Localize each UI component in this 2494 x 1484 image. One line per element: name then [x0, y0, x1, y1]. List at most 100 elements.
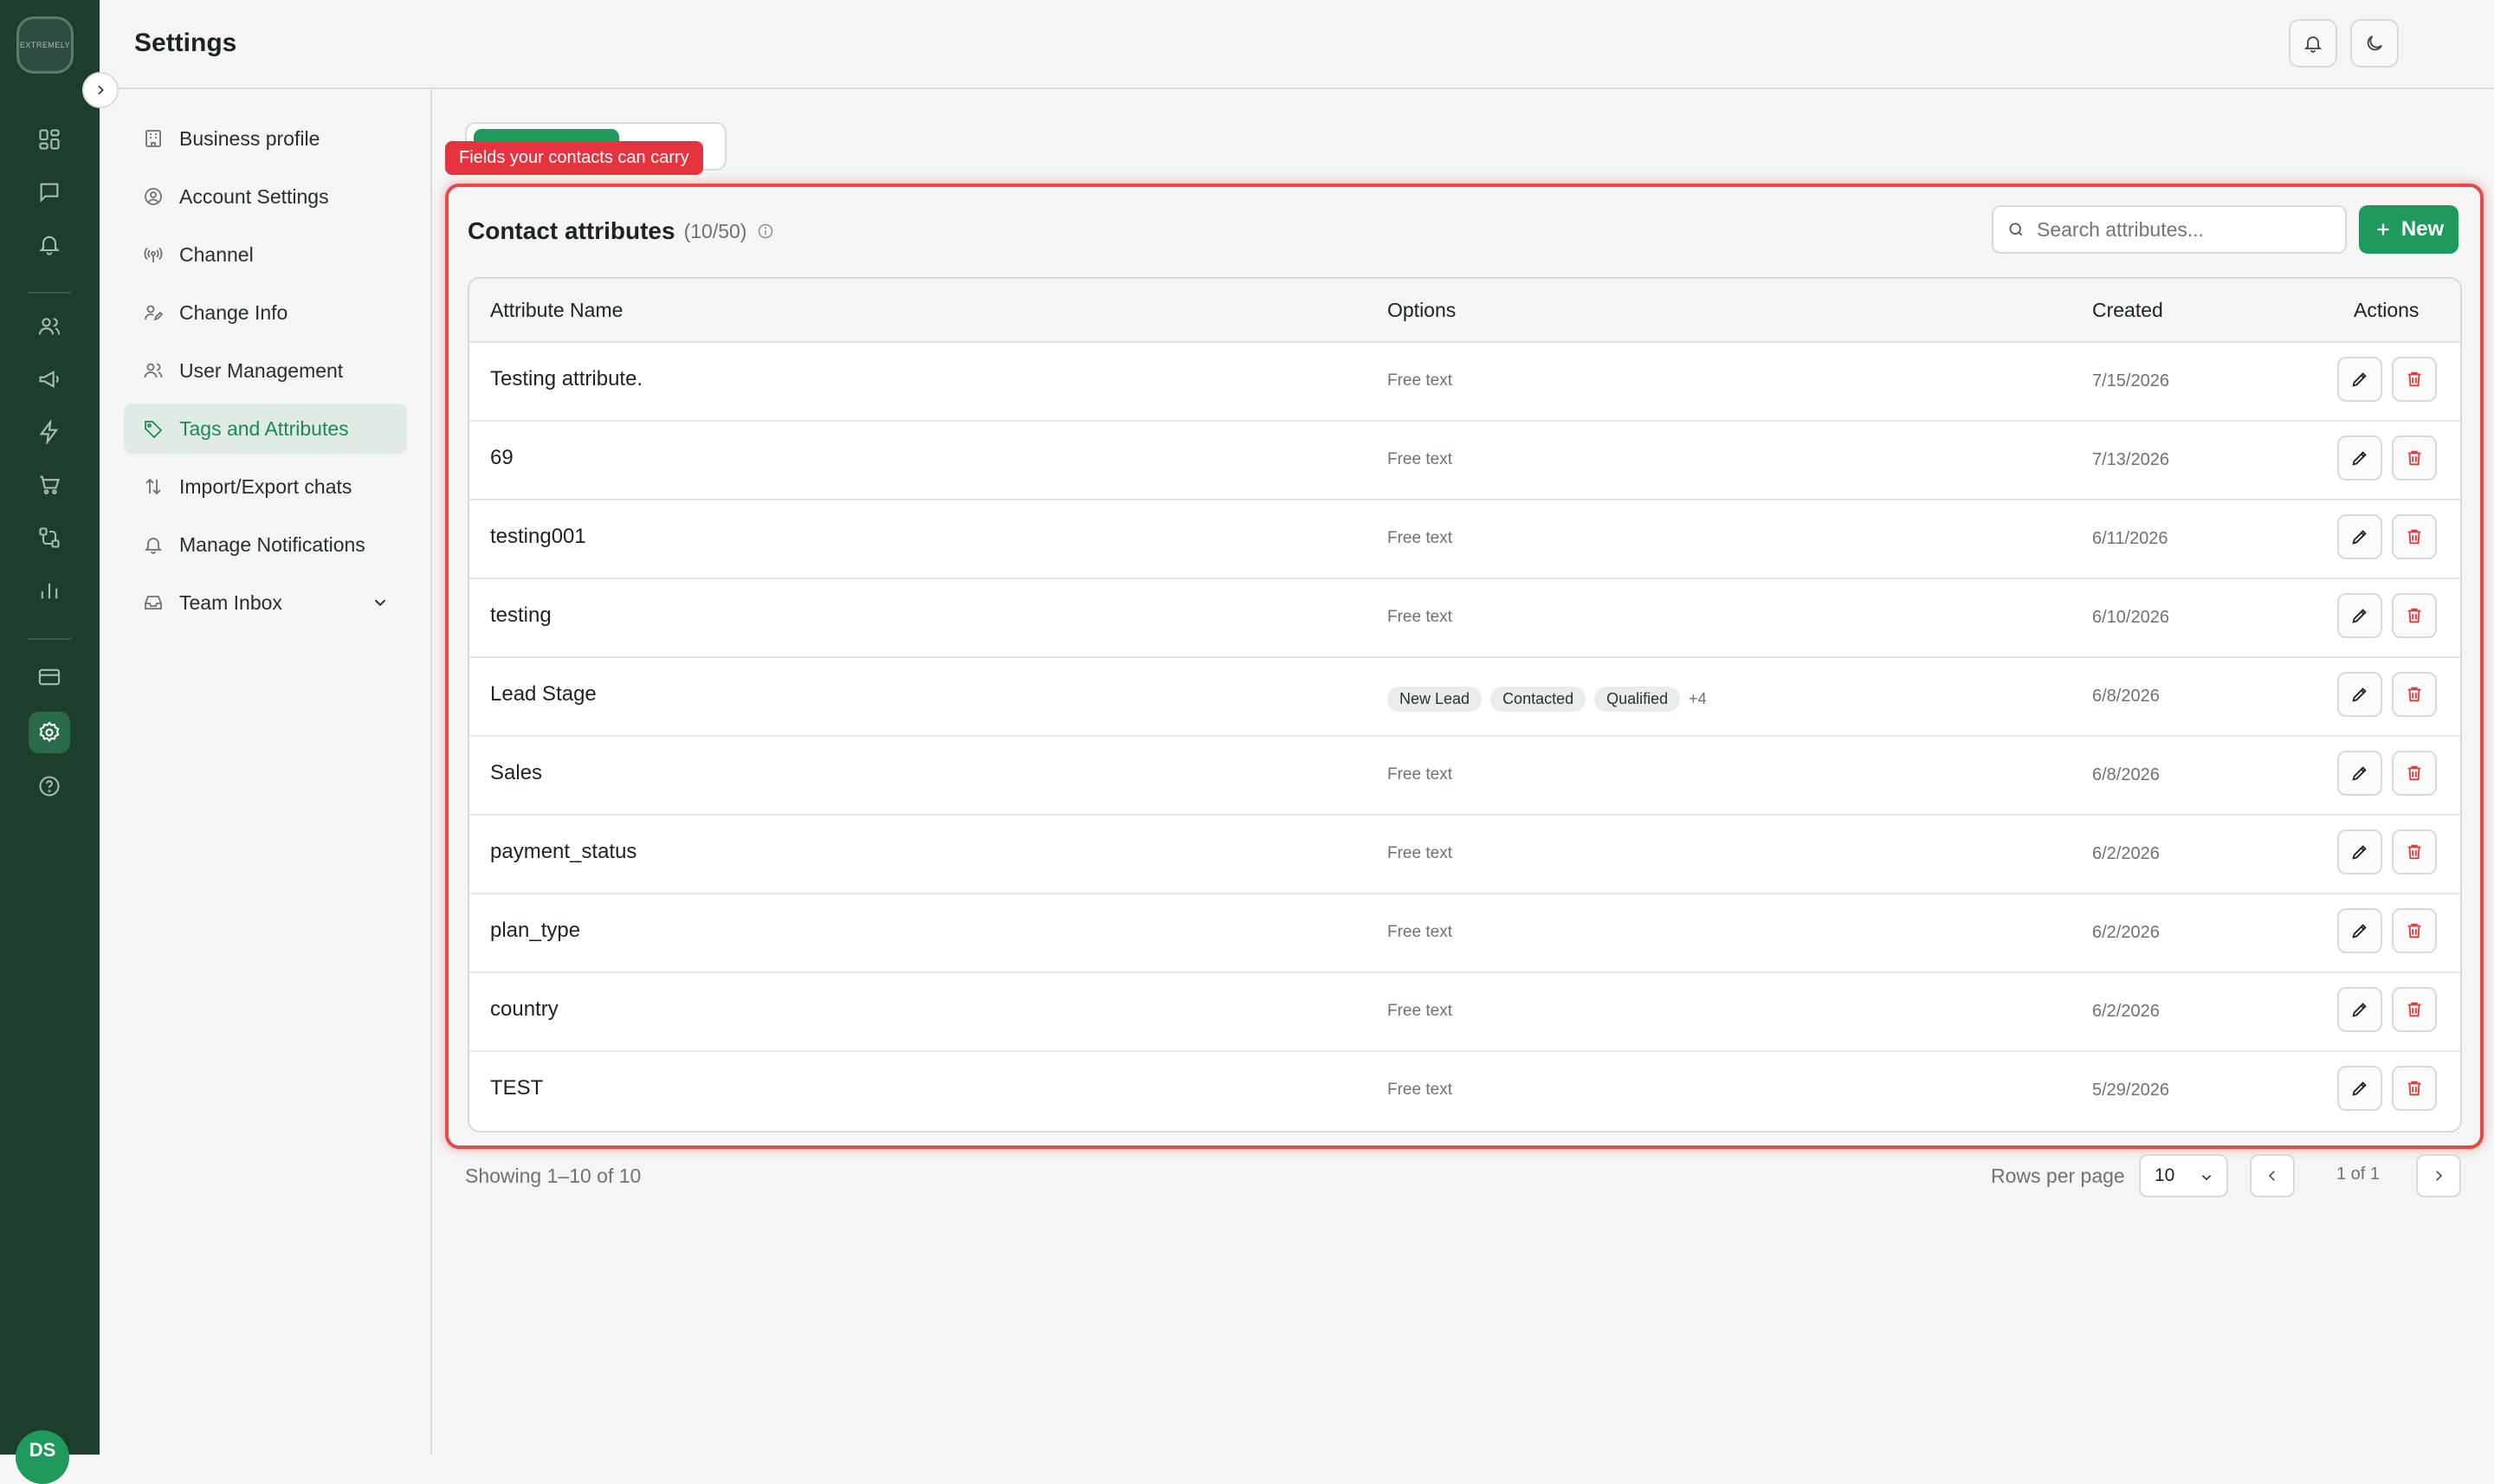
edit-button[interactable]: [2337, 436, 2382, 481]
delete-button[interactable]: [2392, 987, 2437, 1032]
pencil-icon: [2350, 921, 2369, 940]
contacts-icon[interactable]: [29, 306, 70, 347]
nav-business-profile[interactable]: Business profile: [124, 113, 407, 164]
created-date: 6/2/2026: [2092, 923, 2160, 942]
edit-button[interactable]: [2337, 987, 2382, 1032]
trash-icon: [2405, 606, 2424, 625]
chevron-right-icon: [98, 85, 104, 95]
notifications-button[interactable]: [2289, 19, 2337, 68]
pencil-icon: [2350, 764, 2369, 783]
card-title-group: Contact attributes (10/50): [468, 217, 774, 245]
expand-rail-button[interactable]: [82, 72, 119, 108]
trash-icon: [2405, 1079, 2424, 1098]
delete-button[interactable]: [2392, 1066, 2437, 1111]
rail-user-avatar[interactable]: DS: [16, 1430, 69, 1484]
table-row: 69 Free text 7/13/2026: [469, 420, 2460, 500]
attribute-name: payment_status: [490, 840, 637, 863]
edit-button[interactable]: [2337, 357, 2382, 402]
pencil-icon: [2350, 527, 2369, 546]
edit-button[interactable]: [2337, 593, 2382, 638]
avatar-initials: DS: [29, 1439, 56, 1461]
billing-card-icon[interactable]: [29, 656, 70, 698]
options-cell: Free text: [1387, 1002, 1452, 1020]
chevron-left-icon: [2268, 1171, 2275, 1181]
table-row: plan_type Free text 6/2/2026: [469, 893, 2460, 973]
nav-label: Account Settings: [179, 184, 329, 208]
options-cell: Free text: [1387, 1081, 1452, 1099]
theme-toggle-button[interactable]: [2350, 19, 2399, 68]
inbox-icon: [141, 590, 165, 615]
chat-icon[interactable]: [29, 171, 70, 213]
search-input[interactable]: [2035, 216, 2333, 242]
delete-button[interactable]: [2392, 436, 2437, 481]
chevron-down-icon[interactable]: [371, 593, 390, 612]
delete-button[interactable]: [2392, 829, 2437, 874]
table-row: country Free text 6/2/2026: [469, 971, 2460, 1052]
attribute-name: country: [490, 997, 559, 1021]
pencil-icon: [2350, 685, 2369, 704]
settings-nav: Business profile Account Settings Channe…: [100, 87, 432, 1455]
attribute-name: plan_type: [490, 919, 581, 942]
dashboard-icon[interactable]: [29, 119, 70, 160]
nav-change-info[interactable]: Change Info: [124, 287, 407, 338]
top-bar: Settings: [100, 0, 2494, 89]
showing-count: Showing 1–10 of 10: [465, 1165, 642, 1187]
edit-button[interactable]: [2337, 514, 2382, 559]
search-field[interactable]: [1992, 205, 2347, 254]
nav-channel[interactable]: Channel: [124, 229, 407, 280]
cart-icon[interactable]: [29, 464, 70, 506]
app-logo[interactable]: EXTREMELY: [16, 16, 74, 74]
nav-label: Tags and Attributes: [179, 416, 349, 440]
lightning-icon[interactable]: [29, 411, 70, 453]
table-row: Testing attribute. Free text 7/15/2026: [469, 341, 2460, 422]
rows-per-page-select[interactable]: 10: [2139, 1154, 2228, 1197]
nav-label: User Management: [179, 358, 344, 382]
edit-button[interactable]: [2337, 751, 2382, 796]
delete-button[interactable]: [2392, 514, 2437, 559]
prev-page-button[interactable]: [2250, 1154, 2295, 1197]
created-date: 6/8/2026: [2092, 687, 2160, 706]
edit-button[interactable]: [2337, 1066, 2382, 1111]
nav-team-inbox[interactable]: Team Inbox: [124, 577, 407, 628]
edit-button[interactable]: [2337, 908, 2382, 953]
delete-button[interactable]: [2392, 672, 2437, 717]
more-options-count: +4: [1689, 690, 1707, 707]
nav-manage-notifications[interactable]: Manage Notifications: [124, 519, 407, 570]
next-page-button[interactable]: [2416, 1154, 2461, 1197]
header-actions: Actions: [2354, 299, 2420, 321]
pencil-icon: [2350, 1079, 2369, 1098]
nav-user-management[interactable]: User Management: [124, 345, 407, 396]
nav-account-settings[interactable]: Account Settings: [124, 171, 407, 222]
pencil-icon: [2350, 448, 2369, 468]
settings-gear-icon[interactable]: [29, 712, 70, 753]
created-date: 6/2/2026: [2092, 844, 2160, 863]
delete-button[interactable]: [2392, 357, 2437, 402]
users-icon: [141, 358, 165, 383]
delete-button[interactable]: [2392, 908, 2437, 953]
edit-button[interactable]: [2337, 829, 2382, 874]
new-attribute-button[interactable]: New: [2359, 205, 2458, 254]
help-icon[interactable]: [29, 765, 70, 807]
flow-icon[interactable]: [29, 517, 70, 558]
delete-button[interactable]: [2392, 593, 2437, 638]
notification-icon[interactable]: [29, 223, 70, 265]
edit-button[interactable]: [2337, 672, 2382, 717]
nav-import-export-chats[interactable]: Import/Export chats: [124, 461, 407, 512]
megaphone-icon[interactable]: [29, 358, 70, 400]
nav-tags-and-attributes[interactable]: Tags and Attributes: [124, 403, 407, 454]
options-cell: Free text: [1387, 765, 1452, 784]
table-row: Sales Free text 6/8/2026: [469, 735, 2460, 816]
option-chip: New Lead: [1387, 687, 1483, 712]
attribute-name: TEST: [490, 1076, 544, 1100]
trash-icon: [2405, 764, 2424, 783]
analytics-icon[interactable]: [29, 570, 70, 611]
contact-attributes-card: Contact attributes (10/50) New Attribute…: [445, 184, 2484, 1149]
nav-label: Business profile: [179, 126, 320, 150]
created-date: 7/13/2026: [2092, 450, 2169, 469]
attribute-name: Lead Stage: [490, 682, 597, 706]
logo-text: EXTREMELY: [19, 41, 71, 49]
delete-button[interactable]: [2392, 751, 2437, 796]
info-icon[interactable]: [757, 223, 774, 240]
options-cell: Free text: [1387, 450, 1452, 468]
created-date: 6/10/2026: [2092, 608, 2169, 627]
